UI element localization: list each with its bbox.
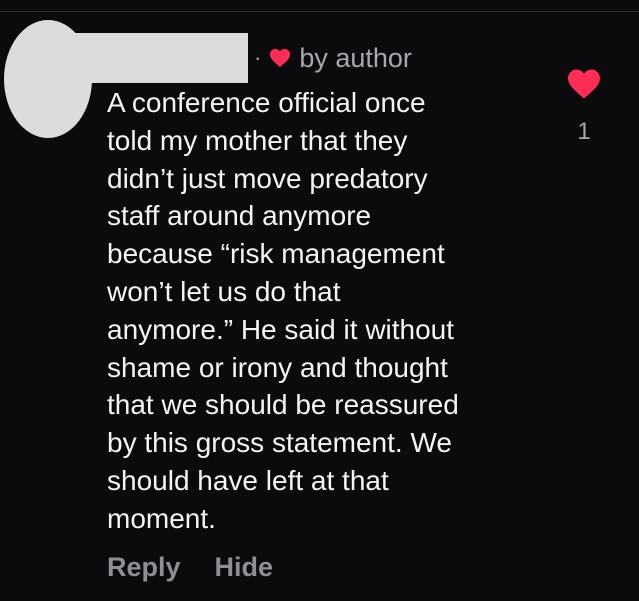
- top-divider: [0, 0, 639, 12]
- comment-meta: · by author: [254, 42, 412, 74]
- meta-separator: ·: [254, 45, 262, 70]
- reply-button[interactable]: Reply: [107, 552, 181, 583]
- hide-button[interactable]: Hide: [215, 552, 274, 583]
- username-redacted: [62, 33, 248, 83]
- comment-text: A conference official once told my mothe…: [107, 87, 459, 534]
- like-count: 1: [577, 118, 591, 145]
- author-heart-icon: [270, 48, 291, 68]
- author-badge: by author: [299, 42, 412, 73]
- like-heart-icon[interactable]: [566, 68, 602, 100]
- comment-actions: Reply Hide: [107, 552, 273, 583]
